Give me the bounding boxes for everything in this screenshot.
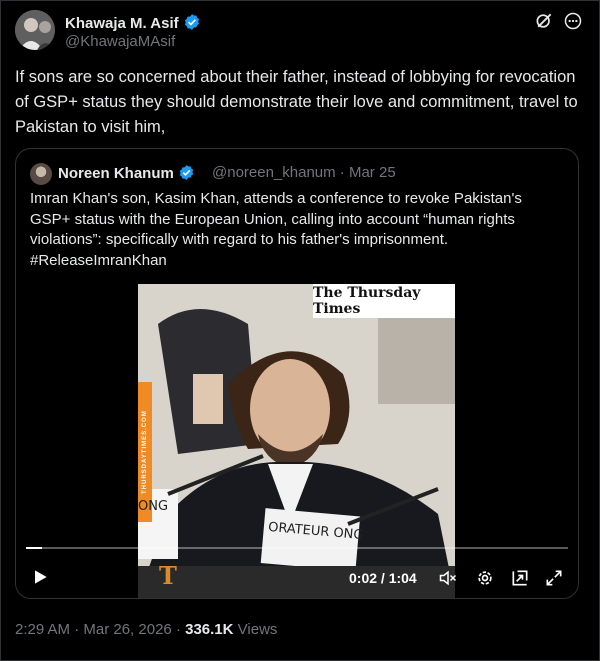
more-icon[interactable] <box>563 11 583 31</box>
video-still <box>138 284 455 598</box>
svg-text:T: T <box>159 562 177 588</box>
verified-badge-icon <box>184 14 199 30</box>
separator: · <box>175 621 186 638</box>
quoted-post[interactable]: Noreen Khanum @noreen_khanum · Mar 25 Im… <box>15 148 579 599</box>
post-text: If sons are so concerned about their fat… <box>15 68 578 136</box>
play-icon[interactable] <box>30 567 50 587</box>
video-frame[interactable]: The Thursday Times THURSDAYTIMES.COM ONG… <box>138 284 455 598</box>
video-progress-bar[interactable] <box>26 547 568 549</box>
video-time: 0:02 / 1:04 <box>349 570 417 586</box>
grok-icon[interactable] <box>534 11 554 31</box>
views-count: 336.1K <box>185 621 234 638</box>
quoted-author-name[interactable]: Noreen Khanum <box>58 164 195 182</box>
views-label: Views <box>237 621 278 638</box>
author-name[interactable]: Khawaja M. Asif <box>65 13 201 32</box>
picture-in-picture-icon[interactable] <box>510 568 530 588</box>
post-timestamp[interactable]: 2:29 AM · Mar 26, 2026 <box>15 621 172 638</box>
video-player[interactable]: The Thursday Times THURSDAYTIMES.COM ONG… <box>16 284 578 598</box>
nameplate-left: ONG <box>138 499 169 514</box>
author-handle[interactable]: @KhawajaMAsif <box>65 33 175 50</box>
settings-gear-icon[interactable] <box>475 568 495 588</box>
post-metadata: 2:29 AM · Mar 26, 2026 · 336.1K Views <box>15 621 277 638</box>
thursday-times-logo-icon: T <box>159 562 177 588</box>
quoted-author-avatar[interactable] <box>30 163 52 185</box>
quoted-author-handle[interactable]: @noreen_khanum · Mar 25 <box>212 164 396 181</box>
fullscreen-icon[interactable] <box>544 568 564 588</box>
video-watermark: The Thursday Times <box>313 284 455 318</box>
author-avatar[interactable] <box>15 10 55 50</box>
verified-badge-icon <box>179 165 194 180</box>
post-container: Khawaja M. Asif @KhawajaMAsif If sons ar… <box>0 0 600 661</box>
avatar-photo <box>15 10 55 50</box>
quoted-post-text: Imran Khan's son, Kasim Khan, attends a … <box>30 190 522 269</box>
video-progress-fill <box>26 547 43 549</box>
volume-muted-icon[interactable] <box>438 568 458 588</box>
